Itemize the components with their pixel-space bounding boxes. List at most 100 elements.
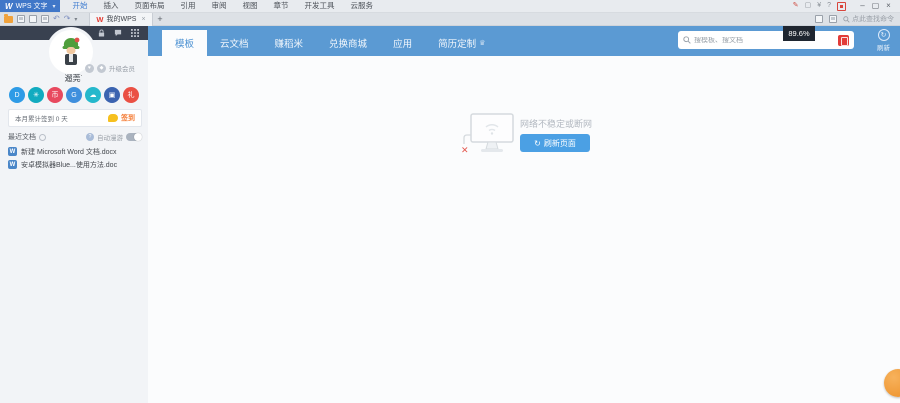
refresh-page-button[interactable]: ↻ 刷新页面	[520, 134, 590, 152]
main-panel: 模板 云文档 赚稻米 兑换商城 应用 简历定制 ♛ 89.6% ↻ 刷新	[148, 26, 900, 403]
signin-button[interactable]: 签到	[121, 113, 135, 123]
toolbar-chevron-down-icon[interactable]: ▾	[74, 16, 77, 23]
tab-cloud-docs[interactable]: 云文档	[207, 30, 262, 56]
service-icon-badge[interactable]: ✳	[28, 87, 44, 103]
menu-section[interactable]: 章节	[265, 0, 296, 12]
auto-roam-control: ? 自动漫游	[86, 132, 142, 142]
roam-info-icon[interactable]: ?	[86, 133, 94, 141]
tab-close-icon[interactable]: ×	[141, 16, 145, 23]
tab-apps[interactable]: 应用	[380, 30, 425, 56]
tab-label: 我的WPS	[106, 16, 137, 23]
new-tab-button[interactable]: +	[153, 13, 168, 25]
signin-box: 本月累计签到 0 天 签到	[8, 109, 142, 127]
tab-templates[interactable]: 模板	[162, 30, 208, 56]
refresh-page-label: 刷新页面	[543, 138, 576, 148]
search-icon	[683, 36, 691, 44]
offline-message: 网络不稳定或断网	[520, 119, 593, 129]
promo-gift-icon[interactable]	[837, 1, 846, 11]
service-icon-workspace[interactable]: ▣	[104, 87, 120, 103]
quick-access-toolbar: ↶ ↷ ▾	[0, 13, 77, 24]
help-icon[interactable]: ?	[827, 0, 831, 12]
tab-exchange-mall[interactable]: 兑换商城	[316, 30, 380, 56]
menu-cloud-service[interactable]: 云服务	[342, 0, 381, 12]
print-icon[interactable]	[29, 15, 37, 23]
signin-count-text: 本月累计签到 0 天	[15, 116, 68, 123]
restore-button[interactable]: ▢	[869, 0, 882, 12]
search-box[interactable]	[678, 31, 854, 49]
menu-home[interactable]: 开始	[64, 0, 95, 12]
window-box-icon[interactable]: ▢	[805, 0, 812, 12]
service-icon-g[interactable]: G	[66, 87, 82, 103]
recent-file-list: W 新建 Microsoft Word 文档.docx W 安卓模拟器Blue.…	[8, 145, 144, 171]
word-doc-icon: W	[8, 147, 17, 156]
diamond-member-icon[interactable]: ◆	[97, 63, 106, 73]
undo-icon[interactable]: ↶	[53, 14, 60, 24]
service-icon-docer[interactable]: D	[9, 87, 25, 103]
find-command-label: 点此查找命令	[852, 16, 894, 23]
redo-icon[interactable]: ↷	[64, 14, 71, 24]
quick-toolbar-row: ↶ ↷ ▾ W 我的WPS × + 点此查找命令	[0, 12, 900, 26]
word-doc-icon: W	[8, 160, 17, 169]
menu-page-layout[interactable]: 页面布局	[126, 0, 172, 12]
minimize-button[interactable]: –	[856, 0, 869, 12]
crown-icon: ♛	[479, 40, 486, 47]
zoom-level-badge: 89.6%	[783, 26, 815, 41]
menu-insert[interactable]: 插入	[95, 0, 126, 12]
rice-currency-icon[interactable]: ¥	[817, 0, 821, 12]
menu-view[interactable]: 视图	[234, 0, 265, 12]
chat-icon[interactable]	[114, 29, 122, 37]
auto-roam-toggle[interactable]	[126, 133, 142, 141]
profile-sidebar: ♥ ◆ 升级会员 遛莞˙ D ✳ 币 G ☁ ▣ 礼 本月累计签到 0 天 签到…	[0, 26, 148, 403]
offline-monitor-illustration: ✕	[461, 113, 514, 155]
chevron-down-icon[interactable]: ▾	[52, 3, 55, 10]
error-x-mark: ✕	[461, 145, 469, 155]
refresh-label: 刷新	[877, 45, 890, 52]
file-name: 安卓模拟器Blue...使用方法.doc	[21, 161, 118, 169]
menu-review[interactable]: 审阅	[203, 0, 234, 12]
apps-grid-icon[interactable]	[131, 29, 139, 37]
service-icon-gift[interactable]: 礼	[123, 87, 139, 103]
auto-roam-label: 自动漫游	[97, 135, 123, 142]
menu-dev-tools[interactable]: 开发工具	[296, 0, 342, 12]
avatar-character	[62, 37, 80, 65]
tab-resume-custom[interactable]: 简历定制 ♛	[425, 30, 498, 56]
file-name: 新建 Microsoft Word 文档.docx	[21, 148, 117, 156]
tab-my-wps[interactable]: W 我的WPS ×	[89, 12, 153, 26]
list-item[interactable]: W 安卓模拟器Blue...使用方法.doc	[8, 158, 144, 171]
save-icon[interactable]	[17, 15, 25, 23]
page-refresh-widget[interactable]: ↻ 刷新	[877, 29, 890, 52]
service-icon-cloud[interactable]: ☁	[85, 87, 101, 103]
heart-icon[interactable]: ♥	[85, 63, 94, 73]
list-item[interactable]: W 新建 Microsoft Word 文档.docx	[8, 145, 144, 158]
app-title: WPS 文字	[15, 3, 48, 10]
menu-references[interactable]: 引用	[172, 0, 203, 12]
search-icon	[843, 15, 850, 23]
upgrade-member-link[interactable]: 升级会员	[109, 63, 135, 73]
titlebar-right: ✎ ▢ ¥ ? – ▢ ×	[793, 0, 900, 12]
hot-activity-icon[interactable]	[838, 34, 849, 46]
layout-switch-icon[interactable]	[829, 15, 837, 23]
ink-pen-icon[interactable]: ✎	[793, 0, 799, 12]
close-button[interactable]: ×	[882, 0, 895, 12]
service-icon-rice-coin[interactable]: 币	[47, 87, 63, 103]
skin-icon[interactable]	[815, 15, 823, 23]
history-ring-icon[interactable]	[39, 133, 46, 141]
tab-earn-rice[interactable]: 赚稻米	[262, 30, 317, 56]
find-command[interactable]: 点此查找命令	[843, 14, 894, 24]
wps-tab-icon: W	[96, 14, 104, 24]
coin-bubble-icon	[108, 114, 118, 122]
menu-bar: 开始 插入 页面布局 引用 审阅 视图 章节 开发工具 云服务	[64, 0, 381, 12]
toolbar-right: 点此查找命令	[815, 14, 900, 24]
recent-docs-title: 最近文档	[8, 134, 36, 141]
recent-docs-header: 最近文档 ? 自动漫游	[8, 132, 142, 142]
tab-resume-label: 简历定制	[438, 39, 477, 50]
category-header: 模板 云文档 赚稻米 兑换商城 应用 简历定制 ♛ 89.6% ↻ 刷新	[148, 26, 900, 56]
window-controls: – ▢ ×	[856, 0, 895, 12]
refresh-icon: ↻	[877, 29, 890, 41]
wps-logo-icon: W	[5, 1, 13, 11]
title-bar: W WPS 文字 ▾ 开始 插入 页面布局 引用 审阅 视图 章节 开发工具 云…	[0, 0, 900, 13]
app-logo[interactable]: W WPS 文字 ▾	[0, 0, 61, 12]
lock-icon[interactable]	[98, 29, 105, 37]
print-preview-icon[interactable]	[41, 15, 49, 23]
open-folder-icon[interactable]	[4, 13, 13, 23]
